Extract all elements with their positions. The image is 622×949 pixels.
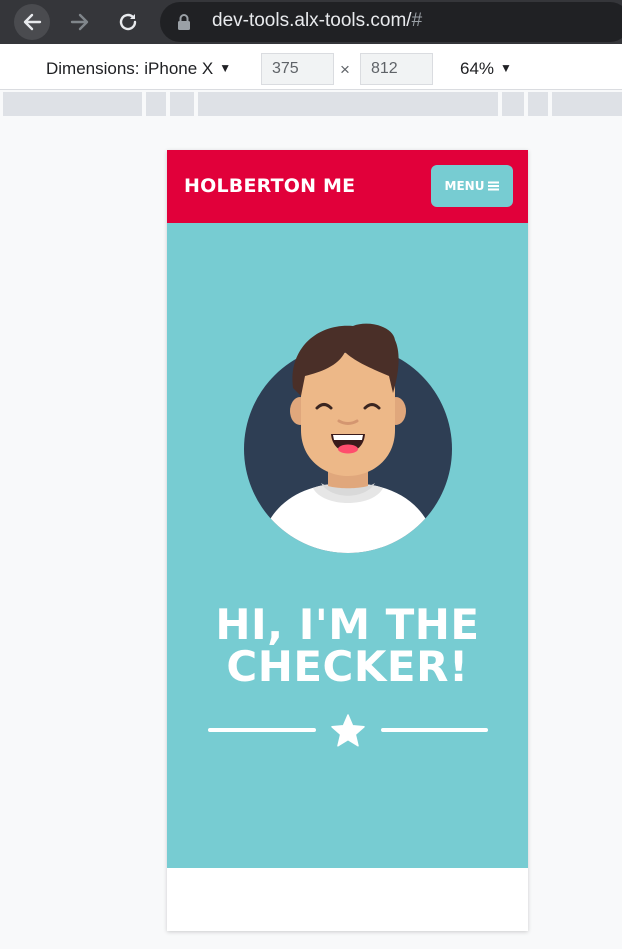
width-input[interactable]: 375 <box>261 53 334 85</box>
url-main: dev-tools.alx-tools.com/ <box>212 10 412 31</box>
brand-logo[interactable]: HOLBERTON ME <box>184 175 355 197</box>
browser-toolbar: dev-tools.alx-tools.com/# <box>0 0 622 44</box>
device-select[interactable]: Dimensions: iPhone X ▼ <box>46 59 231 79</box>
media-query-bar <box>3 92 622 116</box>
divider-line-right <box>381 728 488 732</box>
media-query-segment[interactable] <box>170 92 194 116</box>
media-query-segment[interactable] <box>528 92 548 116</box>
media-query-segment[interactable] <box>146 92 166 116</box>
media-query-segment[interactable] <box>552 92 622 116</box>
reload-icon <box>119 13 137 31</box>
reload-button[interactable] <box>110 4 146 40</box>
device-select-label: Dimensions: iPhone X <box>46 59 214 78</box>
height-input[interactable]: 812 <box>360 53 433 85</box>
device-toolbar: Dimensions: iPhone X ▼ 375 × 812 64% ▼ <box>0 44 622 90</box>
chevron-down-icon: ▼ <box>500 61 512 75</box>
back-arrow-icon <box>23 13 42 31</box>
url-hash: # <box>411 10 423 31</box>
times-icon: × <box>340 60 350 79</box>
address-bar[interactable]: dev-tools.alx-tools.com/# <box>160 2 622 42</box>
hero-title: HI, I'M THE CHECKER! <box>167 604 528 688</box>
lock-icon <box>178 14 190 30</box>
zoom-select[interactable]: 64% ▼ <box>460 59 512 79</box>
hero-divider <box>208 713 488 749</box>
menu-button[interactable]: MENU <box>431 165 513 207</box>
zoom-select-label: 64% <box>460 59 495 78</box>
back-button[interactable] <box>14 4 50 40</box>
hero-title-line-2: CHECKER! <box>226 642 469 691</box>
star-icon <box>331 714 365 747</box>
hero-section: HI, I'M THE CHECKER! <box>167 223 528 868</box>
menu-button-label: MENU <box>444 179 485 193</box>
device-viewport: HOLBERTON ME MENU HI, I'M THE CHECKER! <box>167 150 528 931</box>
media-query-segment[interactable] <box>3 92 142 116</box>
media-query-segment[interactable] <box>502 92 524 116</box>
media-query-segment[interactable] <box>198 92 498 116</box>
hero-title-line-1: HI, I'M THE <box>215 600 480 649</box>
page-section-below <box>167 868 528 931</box>
site-header: HOLBERTON ME MENU <box>167 150 528 223</box>
url-text: dev-tools.alx-tools.com/# <box>212 10 422 32</box>
chevron-down-icon: ▼ <box>219 61 232 75</box>
forward-arrow-icon <box>70 13 89 31</box>
avatar-illustration <box>244 323 452 553</box>
divider-line-left <box>208 728 316 732</box>
hamburger-icon <box>488 181 500 191</box>
forward-button[interactable] <box>62 4 98 40</box>
